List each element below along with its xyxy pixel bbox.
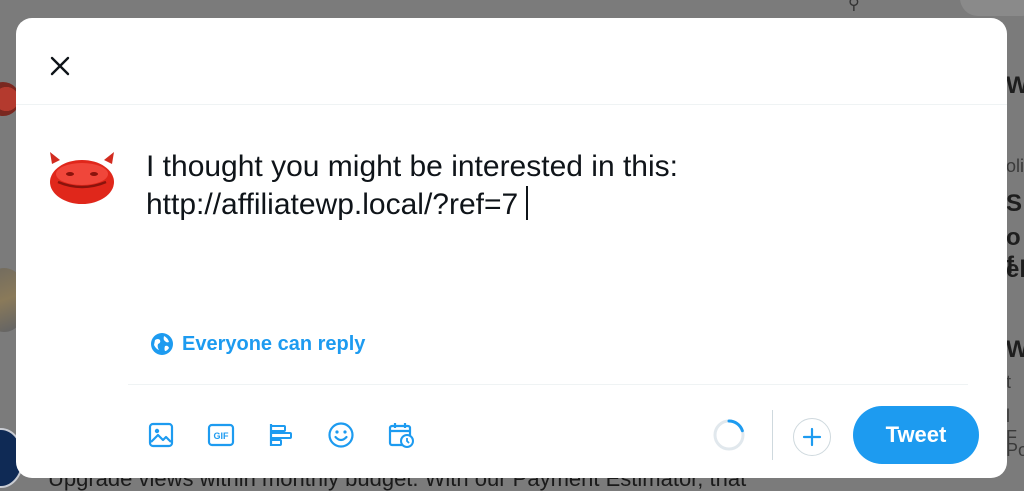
tweet-link-text: http://affiliatewp.local/?ref=7	[146, 188, 519, 221]
tweet-text-input[interactable]: I thought you might be interested in thi…	[146, 148, 976, 224]
header-divider	[16, 104, 1007, 105]
poll-button[interactable]	[264, 418, 298, 452]
add-tweet-button[interactable]	[793, 418, 831, 456]
svg-text:GIF: GIF	[214, 431, 230, 441]
tweet-text-line: I thought you might be interested in thi…	[146, 150, 678, 183]
media-button[interactable]	[144, 418, 178, 452]
schedule-button[interactable]	[384, 418, 418, 452]
avatar[interactable]	[46, 152, 118, 206]
poll-icon	[269, 424, 292, 446]
background-fragment: W	[1006, 72, 1024, 99]
close-icon	[50, 56, 70, 76]
compose-toolbar: GIF	[144, 418, 418, 452]
close-button[interactable]	[44, 50, 76, 82]
plus-icon	[802, 427, 822, 447]
emoji-icon	[328, 422, 354, 448]
compose-tweet-modal: I thought you might be interested in thi…	[16, 18, 1007, 478]
reply-setting-label: Everyone can reply	[182, 332, 366, 355]
globe-icon	[151, 333, 173, 355]
gif-button[interactable]: GIF	[204, 418, 238, 452]
background-search-icon: ⚲	[848, 0, 860, 13]
character-count-progress	[713, 419, 745, 451]
red-monster-avatar-icon	[50, 152, 114, 204]
tweet-button[interactable]: Tweet	[853, 406, 979, 464]
emoji-button[interactable]	[324, 418, 358, 452]
text-caret	[526, 186, 529, 220]
media-icon	[148, 422, 174, 448]
toolbar-separator	[772, 410, 773, 460]
gif-icon: GIF	[207, 423, 235, 447]
background-fragment: oli	[1006, 156, 1024, 176]
background-fragment: S	[1006, 190, 1023, 217]
background-fragment: W	[1006, 336, 1024, 363]
reply-setting-button[interactable]: Everyone can reply	[150, 332, 365, 356]
background-fragment: Poli	[1006, 440, 1024, 460]
background-fragment: el	[1006, 256, 1024, 283]
schedule-icon	[388, 423, 414, 448]
background-search-box	[960, 0, 1024, 16]
toolbar-divider	[128, 384, 968, 385]
tweet-text-line: http://affiliatewp.local/?ref=7	[146, 186, 976, 224]
